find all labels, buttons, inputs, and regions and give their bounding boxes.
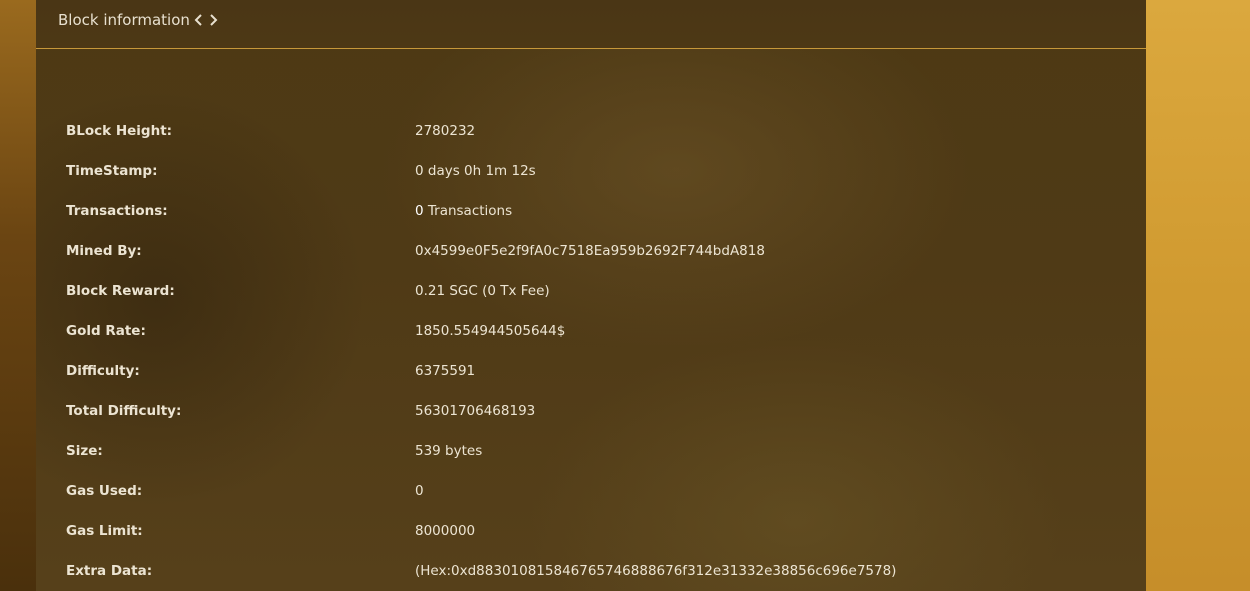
difficulty-label: Difficulty: <box>66 363 140 379</box>
block-reward-label: Block Reward: <box>66 283 175 299</box>
total-difficulty-label: Total Difficulty: <box>66 403 182 419</box>
row-mined-by: Mined By: 0x4599e0F5e2f9fA0c7518Ea959b26… <box>36 231 1146 271</box>
transactions-value: 0 Transactions <box>415 191 512 231</box>
block-height-value: 2780232 <box>415 123 476 139</box>
row-difficulty: Difficulty: 6375591 <box>36 351 1146 391</box>
row-gas-used: Gas Used: 0 <box>36 471 1146 511</box>
block-info-panel: Block information BLock Height: 2780232 … <box>36 0 1146 591</box>
row-size: Size: 539 bytes <box>36 431 1146 471</box>
mined-by-label: Mined By: <box>66 243 142 259</box>
chevron-left-icon[interactable] <box>193 12 205 28</box>
row-total-difficulty: Total Difficulty: 56301706468193 <box>36 391 1146 431</box>
gold-rate-label: Gold Rate: <box>66 323 146 339</box>
block-height-label: BLock Height: <box>66 123 173 139</box>
row-transactions: Transactions: 0 Transactions <box>36 191 1146 231</box>
transactions-label: Transactions: <box>66 203 168 219</box>
extra-data-label: Extra Data: <box>66 563 153 579</box>
transactions-count-link[interactable]: 0 <box>415 203 424 219</box>
miner-address[interactable]: 0x4599e0F5e2f9fA0c7518Ea959b2692F744bdA8… <box>415 231 765 271</box>
total-difficulty-value: 56301706468193 <box>415 403 536 419</box>
size-value: 539 bytes <box>415 443 483 459</box>
page-background-right <box>1146 0 1250 591</box>
transactions-suffix: Transactions <box>423 203 513 219</box>
gold-rate-value: 1850.554944505644$ <box>415 323 566 339</box>
size-label: Size: <box>66 443 103 459</box>
panel-header: Block information <box>36 0 1146 49</box>
gas-limit-label: Gas Limit: <box>66 523 143 539</box>
row-block-height: BLock Height: 2780232 <box>36 111 1146 151</box>
timestamp-label: TimeStamp: <box>66 163 158 179</box>
gas-limit-value: 8000000 <box>415 523 476 539</box>
chevron-right-icon[interactable] <box>207 12 219 28</box>
block-details-list: BLock Height: 2780232 TimeStamp: 0 days … <box>36 111 1146 591</box>
row-gas-limit: Gas Limit: 8000000 <box>36 511 1146 551</box>
gas-used-value: 0 <box>415 483 424 499</box>
difficulty-value: 6375591 <box>415 363 476 379</box>
row-block-reward: Block Reward: 0.21 SGC (0 Tx Fee) <box>36 271 1146 311</box>
panel-title: Block information <box>58 11 190 29</box>
page-background-left <box>0 0 36 591</box>
gas-used-label: Gas Used: <box>66 483 143 499</box>
row-gold-rate: Gold Rate: 1850.554944505644$ <box>36 311 1146 351</box>
row-extra-data: Extra Data: (Hex:0xd88301081584676574688… <box>36 551 1146 591</box>
row-timestamp: TimeStamp: 0 days 0h 1m 12s <box>36 151 1146 191</box>
extra-data-value: (Hex:0xd883010815846765746888676f312e313… <box>415 563 897 579</box>
timestamp-value: 0 days 0h 1m 12s <box>415 163 536 179</box>
block-reward-value: 0.21 SGC (0 Tx Fee) <box>415 283 550 299</box>
